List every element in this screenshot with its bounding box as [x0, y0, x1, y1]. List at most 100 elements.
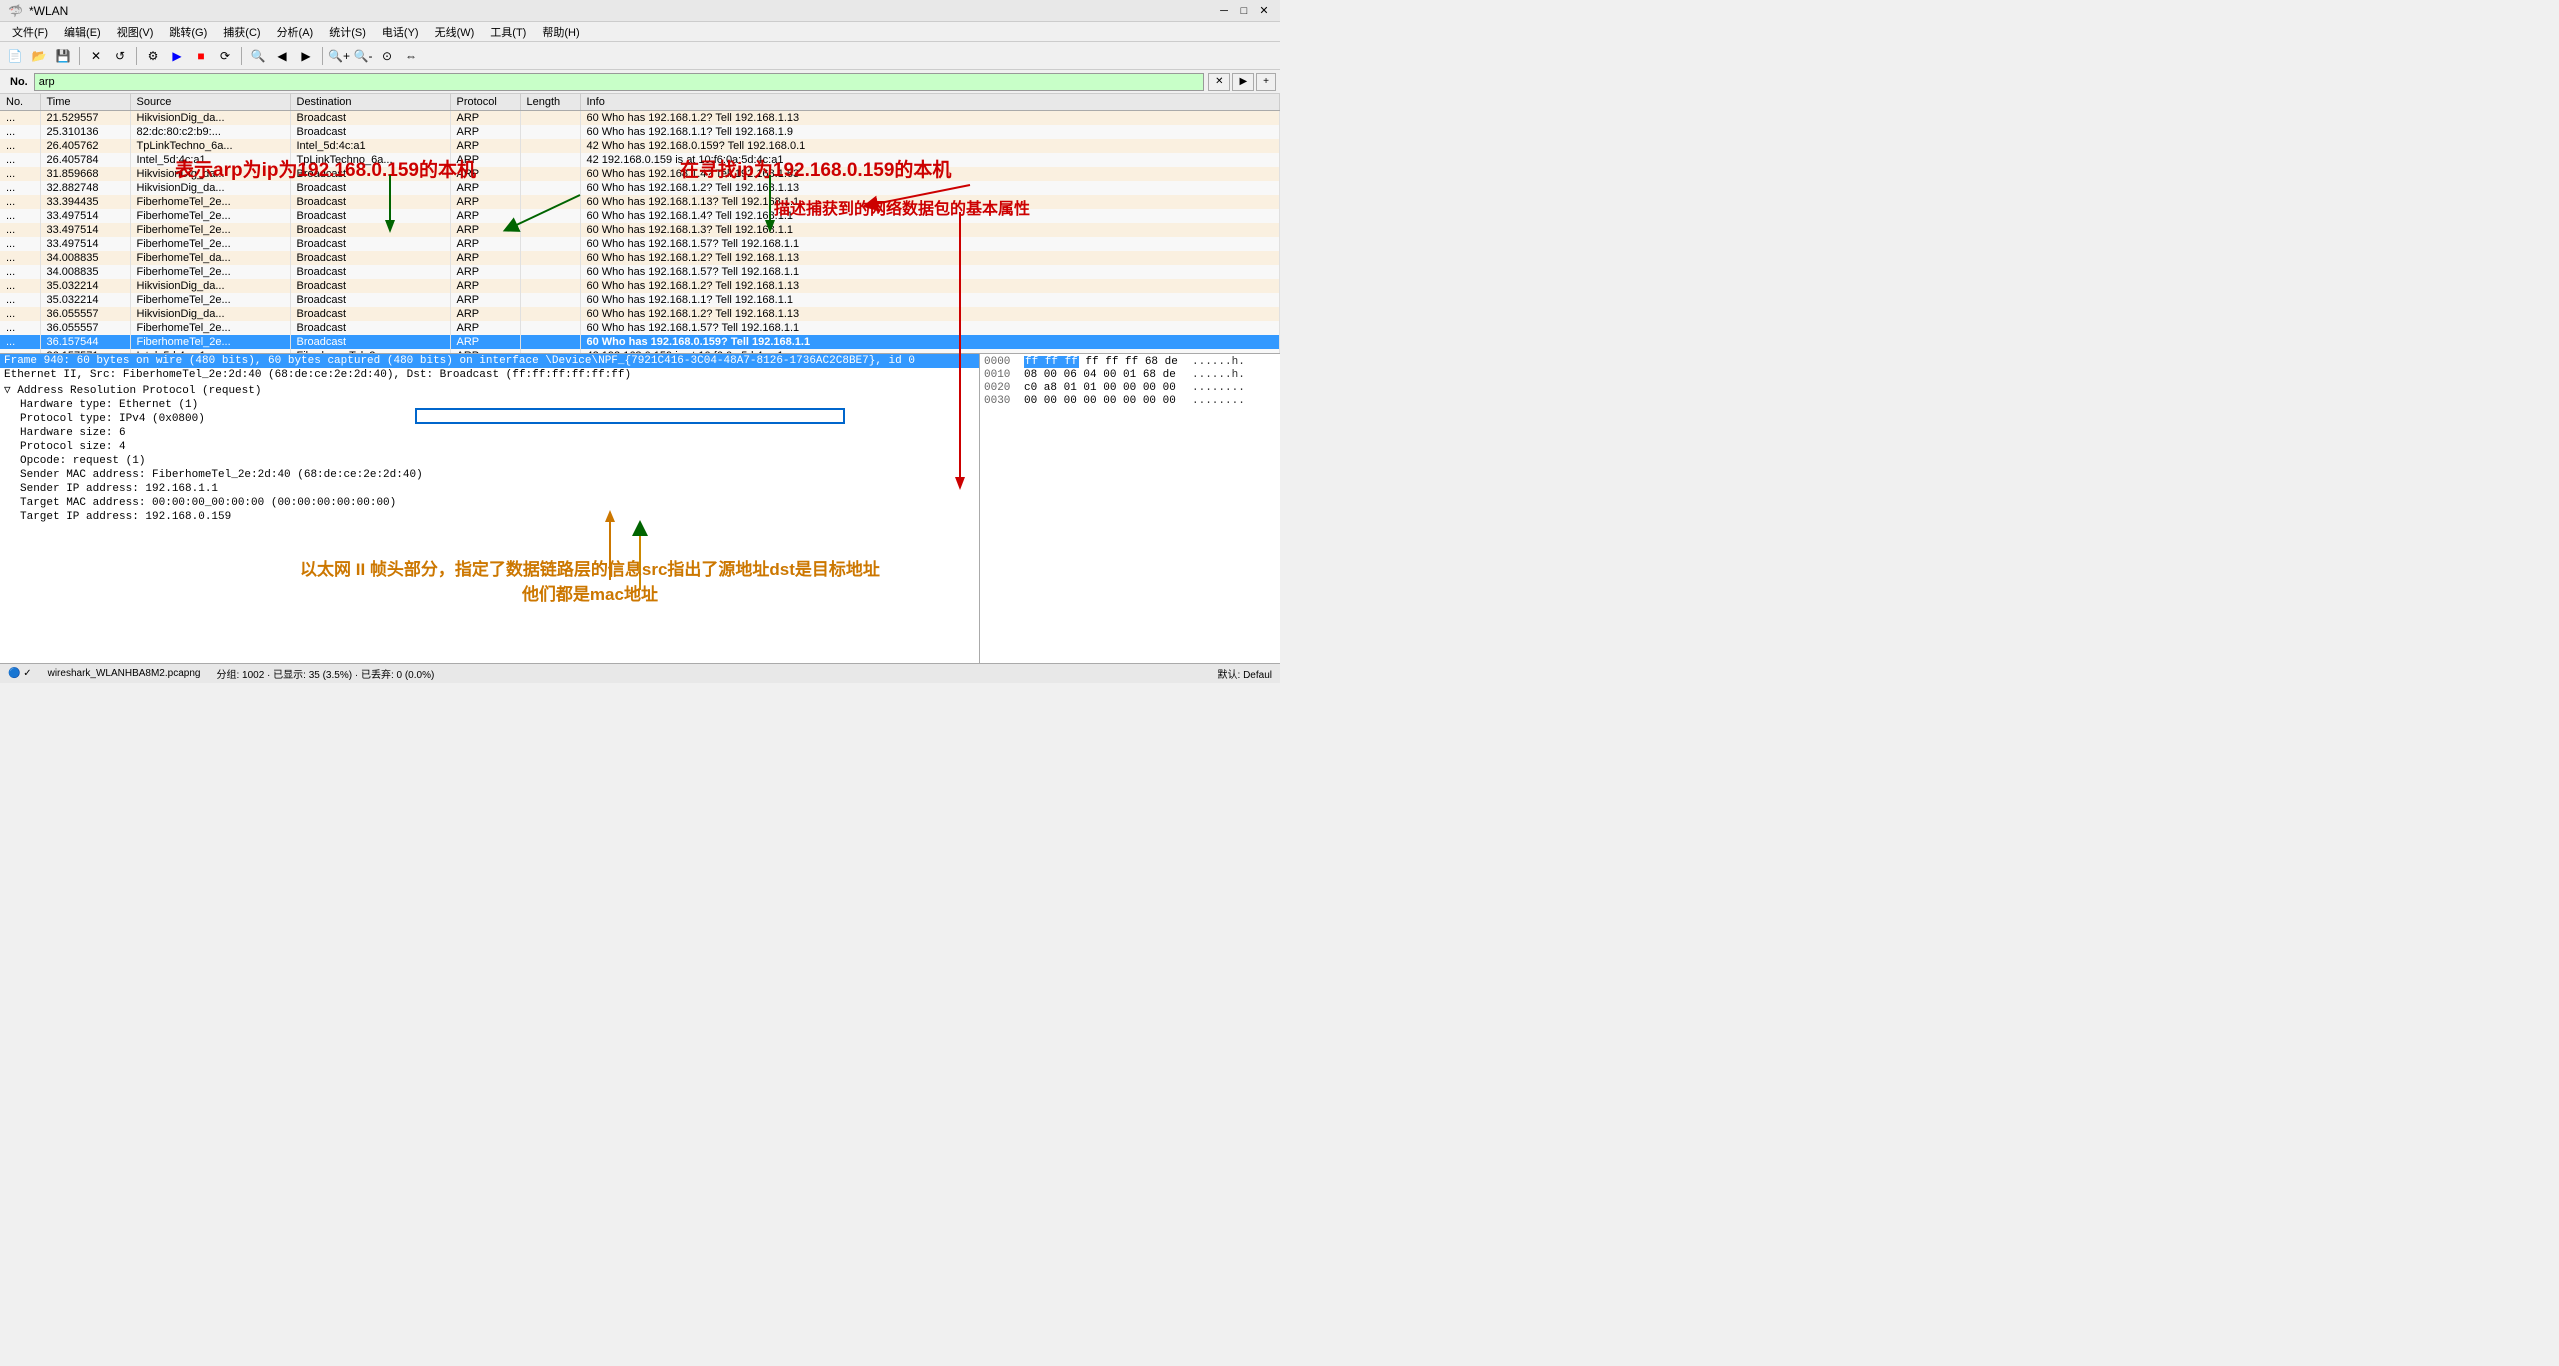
next-button[interactable]: ▶	[295, 45, 317, 67]
table-row[interactable]: ...36.055557FiberhomeTel_2e...BroadcastA…	[0, 321, 1280, 335]
title-bar-controls[interactable]: ─ □ ✕	[1216, 3, 1272, 19]
close-button[interactable]: ✕	[1256, 3, 1272, 19]
packet-list-area[interactable]: No. Time Source Destination Protocol Len…	[0, 94, 1280, 354]
detail-line[interactable]: Opcode: request (1)	[0, 454, 979, 468]
maximize-button[interactable]: □	[1236, 3, 1252, 19]
table-row[interactable]: ...34.008835FiberhomeTel_2e...BroadcastA…	[0, 265, 1280, 279]
menu-tools[interactable]: 工具(T)	[482, 22, 534, 42]
clear-filter-button[interactable]: ✕	[1208, 73, 1230, 91]
table-row[interactable]: ...31.859668HikvisionDig_da...BroadcastA…	[0, 167, 1280, 181]
table-row[interactable]: ...21.529557HikvisionDig_da...BroadcastA…	[0, 111, 1280, 126]
toolbar-sep2	[136, 47, 137, 65]
detail-line[interactable]: Protocol size: 4	[0, 440, 979, 454]
capture-options-button[interactable]: ⚙	[142, 45, 164, 67]
status-file: 🔵 ✓	[8, 668, 32, 679]
restart-capture-button[interactable]: ⟳	[214, 45, 236, 67]
zoom-in-button[interactable]: 🔍+	[328, 45, 350, 67]
menu-edit[interactable]: 编辑(E)	[56, 22, 109, 42]
packet-list-container: No. Time Source Destination Protocol Len…	[0, 94, 1280, 354]
hex-row: 001008 00 06 04 00 01 68 de......h.	[984, 369, 1276, 381]
app-icon: 🦈	[8, 4, 23, 18]
table-row[interactable]: ...33.394435FiberhomeTel_2e...BroadcastA…	[0, 195, 1280, 209]
packet-detail-panel[interactable]: Frame 940: 60 bytes on wire (480 bits), …	[0, 354, 980, 683]
table-row[interactable]: ...36.055557HikvisionDig_da...BroadcastA…	[0, 307, 1280, 321]
menu-go[interactable]: 跳转(G)	[161, 22, 215, 42]
col-time[interactable]: Time	[40, 94, 130, 111]
detail-line[interactable]: Sender MAC address: FiberhomeTel_2e:2d:4…	[0, 468, 979, 482]
menu-view[interactable]: 视图(V)	[109, 22, 162, 42]
table-row[interactable]: ...36.157544FiberhomeTel_2e...BroadcastA…	[0, 335, 1280, 349]
bottom-split: Frame 940: 60 bytes on wire (480 bits), …	[0, 354, 1280, 683]
detail-line[interactable]: Frame 940: 60 bytes on wire (480 bits), …	[0, 354, 979, 368]
toolbar-sep1	[79, 47, 80, 65]
detail-line[interactable]: Target IP address: 192.168.0.159	[0, 510, 979, 524]
filter-input[interactable]	[34, 73, 1204, 91]
hex-panel: 0000ff ff ff ff ff ff 68 de......h.00100…	[980, 354, 1280, 683]
detail-line[interactable]: Target MAC address: 00:00:00_00:00:00 (0…	[0, 496, 979, 510]
save-button[interactable]: 💾	[52, 45, 74, 67]
hex-row: 0000ff ff ff ff ff ff 68 de......h.	[984, 356, 1276, 368]
hex-row: 003000 00 00 00 00 00 00 00........	[984, 395, 1276, 407]
packet-table: No. Time Source Destination Protocol Len…	[0, 94, 1280, 354]
window-title: *WLAN	[29, 4, 68, 18]
col-source[interactable]: Source	[130, 94, 290, 111]
minimize-button[interactable]: ─	[1216, 3, 1232, 19]
menu-stats[interactable]: 统计(S)	[321, 22, 374, 42]
detail-line[interactable]: ▽ Address Resolution Protocol (request)	[0, 382, 979, 398]
table-row[interactable]: ...36.157571Intel_5d:4c:a1FiberhomeTel_2…	[0, 349, 1280, 354]
detail-line[interactable]: Hardware size: 6	[0, 426, 979, 440]
table-row[interactable]: ...33.497514FiberhomeTel_2e...BroadcastA…	[0, 209, 1280, 223]
zoom-reset-button[interactable]: ⊙	[376, 45, 398, 67]
new-file-button[interactable]: 📄	[4, 45, 26, 67]
status-bar: 🔵 ✓ wireshark_WLANHBA8M2.pcapng 分组: 1002…	[0, 663, 1280, 683]
col-protocol[interactable]: Protocol	[450, 94, 520, 111]
col-length[interactable]: Length	[520, 94, 580, 111]
table-row[interactable]: ...25.31013682:dc:80:c2:b9:...BroadcastA…	[0, 125, 1280, 139]
apply-filter-button[interactable]: ▶	[1232, 73, 1254, 91]
table-row[interactable]: ...26.405784Intel_5d:4c:a1TpLinkTechno_6…	[0, 153, 1280, 167]
content-area: No. Time Source Destination Protocol Len…	[0, 94, 1280, 683]
detail-line[interactable]: Sender IP address: 192.168.1.1	[0, 482, 979, 496]
menu-wireless[interactable]: 无线(W)	[427, 22, 483, 42]
detail-line[interactable]: Hardware type: Ethernet (1)	[0, 398, 979, 412]
col-no[interactable]: No.	[0, 94, 40, 111]
close-capture-button[interactable]: ✕	[85, 45, 107, 67]
table-row[interactable]: ...35.032214FiberhomeTel_2e...BroadcastA…	[0, 293, 1280, 307]
menu-help[interactable]: 帮助(H)	[534, 22, 587, 42]
table-row[interactable]: ...33.497514FiberhomeTel_2e...BroadcastA…	[0, 237, 1280, 251]
col-destination[interactable]: Destination	[290, 94, 450, 111]
start-capture-button[interactable]: ▶	[166, 45, 188, 67]
menu-capture[interactable]: 捕获(C)	[215, 22, 268, 42]
resize-columns-button[interactable]: ⇔	[400, 45, 422, 67]
filter-label: No.	[4, 76, 34, 88]
menu-analyze[interactable]: 分析(A)	[269, 22, 322, 42]
filter-bar: No. ✕ ▶ +	[0, 70, 1280, 94]
detail-line[interactable]: Ethernet II, Src: FiberhomeTel_2e:2d:40 …	[0, 368, 979, 382]
find-button[interactable]: 🔍	[247, 45, 269, 67]
title-bar-left: 🦈 *WLAN	[8, 4, 68, 18]
table-row[interactable]: ...32.882748HikvisionDig_da...BroadcastA…	[0, 181, 1280, 195]
table-row[interactable]: ...35.032214HikvisionDig_da...BroadcastA…	[0, 279, 1280, 293]
prev-button[interactable]: ◀	[271, 45, 293, 67]
toolbar-sep3	[241, 47, 242, 65]
table-row[interactable]: ...33.497514FiberhomeTel_2e...BroadcastA…	[0, 223, 1280, 237]
title-bar: 🦈 *WLAN ─ □ ✕	[0, 0, 1280, 22]
zoom-out-button[interactable]: 🔍-	[352, 45, 374, 67]
toolbar-sep4	[322, 47, 323, 65]
menu-file[interactable]: 文件(F)	[4, 22, 56, 42]
stop-capture-button[interactable]: ■	[190, 45, 212, 67]
menu-phone[interactable]: 电话(Y)	[374, 22, 427, 42]
status-profile: 默认: Defaul	[1218, 666, 1272, 681]
table-row[interactable]: ...26.405762TpLinkTechno_6a...Intel_5d:4…	[0, 139, 1280, 153]
status-filename: wireshark_WLANHBA8M2.pcapng	[48, 668, 201, 679]
filter-buttons: ✕ ▶ +	[1208, 73, 1276, 91]
col-info[interactable]: Info	[580, 94, 1280, 111]
detail-line[interactable]: Protocol type: IPv4 (0x0800)	[0, 412, 979, 426]
status-packets: 分组: 1002 · 已显示: 35 (3.5%) · 已丢弃: 0 (0.0%…	[216, 666, 434, 681]
table-row[interactable]: ...34.008835FiberhomeTel_da...BroadcastA…	[0, 251, 1280, 265]
save-filter-button[interactable]: +	[1256, 73, 1276, 91]
reload-button[interactable]: ↺	[109, 45, 131, 67]
open-button[interactable]: 📂	[28, 45, 50, 67]
hex-row: 0020c0 a8 01 01 00 00 00 00........	[984, 382, 1276, 394]
toolbar: 📄 📂 💾 ✕ ↺ ⚙ ▶ ■ ⟳ 🔍 ◀ ▶ 🔍+ 🔍- ⊙ ⇔	[0, 42, 1280, 70]
